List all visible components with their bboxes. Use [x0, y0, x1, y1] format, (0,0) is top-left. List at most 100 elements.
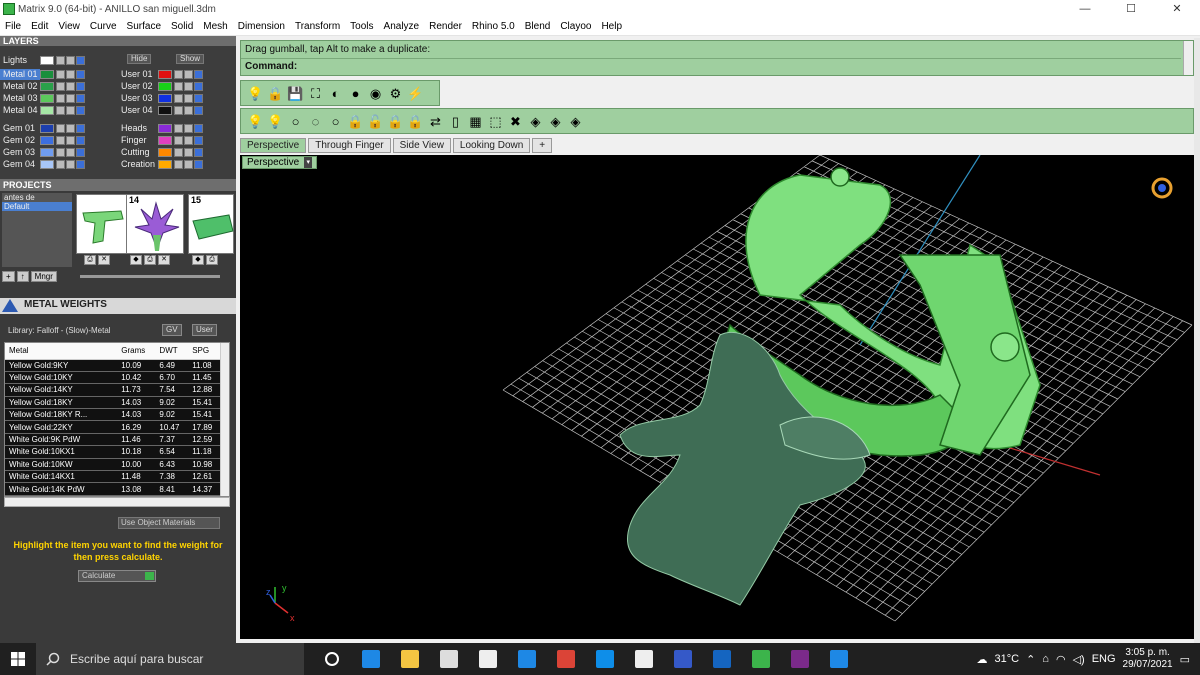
manager-button[interactable]: Mngr [30, 271, 57, 282]
menu-item-transform[interactable]: Transform [290, 21, 345, 32]
layer-color-swatch[interactable] [158, 159, 172, 169]
column-header[interactable]: Grams [117, 343, 156, 360]
user-button[interactable]: User [192, 324, 217, 336]
project-item[interactable]: antes de [2, 193, 72, 202]
remove-icon[interactable]: ✕ [158, 255, 170, 265]
layer-name[interactable]: Finger [118, 135, 158, 146]
menu-item-dimension[interactable]: Dimension [233, 21, 290, 32]
menu-item-view[interactable]: View [53, 21, 85, 32]
layer-color-swatch[interactable] [158, 135, 172, 145]
visibility-icon[interactable] [194, 135, 203, 145]
bulb-select-icon[interactable]: ◌ [307, 113, 324, 130]
print-icon[interactable] [66, 69, 75, 79]
menu-item-surface[interactable]: Surface [122, 21, 166, 32]
move-up-button[interactable]: ↑ [16, 271, 29, 282]
lock-icon[interactable] [56, 105, 65, 115]
layer-name[interactable]: Cutting [118, 147, 158, 158]
store-icon[interactable] [429, 643, 468, 675]
table-row[interactable]: White Gold:10KX1 10.18 6.54 11.18 [5, 445, 221, 459]
visibility-icon[interactable] [76, 55, 85, 65]
app-icon[interactable] [663, 643, 702, 675]
phone-icon[interactable]: ▯ [447, 113, 464, 130]
visibility-icon[interactable] [76, 69, 85, 79]
lock-icon[interactable] [174, 81, 183, 91]
lock-icon[interactable] [174, 123, 183, 133]
gear-settings-icon[interactable]: ⚙ [387, 85, 404, 102]
command-input[interactable]: Command: [245, 61, 297, 72]
layer-color-swatch[interactable] [40, 93, 54, 103]
visibility-icon[interactable] [76, 93, 85, 103]
visibility-icon[interactable] [76, 135, 85, 145]
layer-row[interactable]: Gem 04 [0, 158, 86, 170]
visibility-icon[interactable] [194, 123, 203, 133]
layer-color-swatch[interactable] [158, 123, 172, 133]
table-row[interactable]: Yellow Gold:22KY 16.29 10.47 17.89 [5, 420, 221, 434]
print-icon[interactable] [184, 69, 193, 79]
command-scrollbar[interactable] [1183, 41, 1193, 75]
gem-bulb-3-icon[interactable]: ◈ [567, 113, 584, 130]
print-icon[interactable] [184, 135, 193, 145]
lock-all-icon[interactable]: 🔒 [407, 113, 424, 130]
thumbnail-size-slider[interactable] [80, 275, 220, 278]
visibility-icon[interactable] [76, 123, 85, 133]
lock-icon[interactable] [56, 123, 65, 133]
language-indicator[interactable]: ENG [1092, 653, 1116, 665]
print-icon[interactable] [184, 147, 193, 157]
print-icon[interactable] [66, 159, 75, 169]
print-icon[interactable]: ⎙ [144, 255, 156, 265]
lock-icon[interactable] [56, 135, 65, 145]
layer-row[interactable]: Metal 02 [0, 80, 86, 92]
layer-color-swatch[interactable] [40, 147, 54, 157]
layer-color-swatch[interactable] [40, 69, 54, 79]
bulb-yellow-icon[interactable]: 💡 [267, 113, 284, 130]
layer-row[interactable]: User 02 [118, 80, 204, 92]
layer-row[interactable]: Finger [118, 134, 204, 146]
layer-color-swatch[interactable] [40, 105, 54, 115]
layer-row[interactable]: User 01 [118, 68, 204, 80]
gem-bulb-icon[interactable]: ◈ [527, 113, 544, 130]
print-icon[interactable] [66, 147, 75, 157]
layer-color-swatch[interactable] [40, 135, 54, 145]
layer-color-swatch[interactable] [40, 159, 54, 169]
lock-icon[interactable] [56, 55, 65, 65]
layer-color-swatch[interactable] [158, 81, 172, 91]
tab-through-finger[interactable]: Through Finger [308, 138, 391, 153]
volume-icon[interactable]: ◁) [1073, 653, 1085, 666]
menu-item-mesh[interactable]: Mesh [198, 21, 232, 32]
wifi-icon[interactable]: ◠ [1056, 653, 1066, 666]
viewport-menu-arrow-icon[interactable]: ▾ [304, 157, 313, 168]
layer-row[interactable]: Lights [0, 54, 86, 66]
layer-row[interactable]: Creation [118, 158, 204, 170]
table-horizontal-scrollbar[interactable] [4, 497, 230, 507]
visibility-icon[interactable] [194, 159, 203, 169]
menu-item-render[interactable]: Render [424, 21, 467, 32]
minimize-button[interactable]: — [1062, 0, 1108, 18]
project-list[interactable]: antes de Default [2, 193, 72, 267]
layer-row[interactable]: Gem 03 [0, 146, 86, 158]
menu-item-file[interactable]: File [0, 21, 26, 32]
visibility-icon[interactable] [76, 147, 85, 157]
unlock-icon[interactable]: 🔓 [367, 113, 384, 130]
save-icon[interactable]: 💾 [287, 85, 304, 102]
layer-name[interactable]: Lights [0, 55, 40, 66]
print-icon[interactable] [184, 81, 193, 91]
lock-icon[interactable] [174, 105, 183, 115]
menu-item-rhino-5-0[interactable]: Rhino 5.0 [467, 21, 520, 32]
print-icon[interactable] [184, 93, 193, 103]
flash-icon[interactable]: ⚡ [407, 85, 424, 102]
table-row[interactable]: White Gold:14K PdW 13.08 8.41 14.37 [5, 482, 221, 496]
layer-name[interactable]: Metal 02 [0, 81, 40, 92]
layer-color-swatch[interactable] [158, 105, 172, 115]
layer-name[interactable]: User 03 [118, 93, 158, 104]
print-icon[interactable] [66, 123, 75, 133]
xbox-icon[interactable] [624, 643, 663, 675]
layer-row[interactable]: Heads [118, 122, 204, 134]
layer-row[interactable]: Metal 03 [0, 92, 86, 104]
visibility-icon[interactable] [194, 147, 203, 157]
maximize-button[interactable]: ☐ [1108, 0, 1154, 18]
lock-select-icon[interactable]: 🔒 [387, 113, 404, 130]
tab-looking-down[interactable]: Looking Down [452, 138, 531, 153]
teamviewer-icon[interactable] [585, 643, 624, 675]
weather-icon[interactable]: ☁ [977, 653, 988, 666]
lock-icon[interactable] [56, 159, 65, 169]
